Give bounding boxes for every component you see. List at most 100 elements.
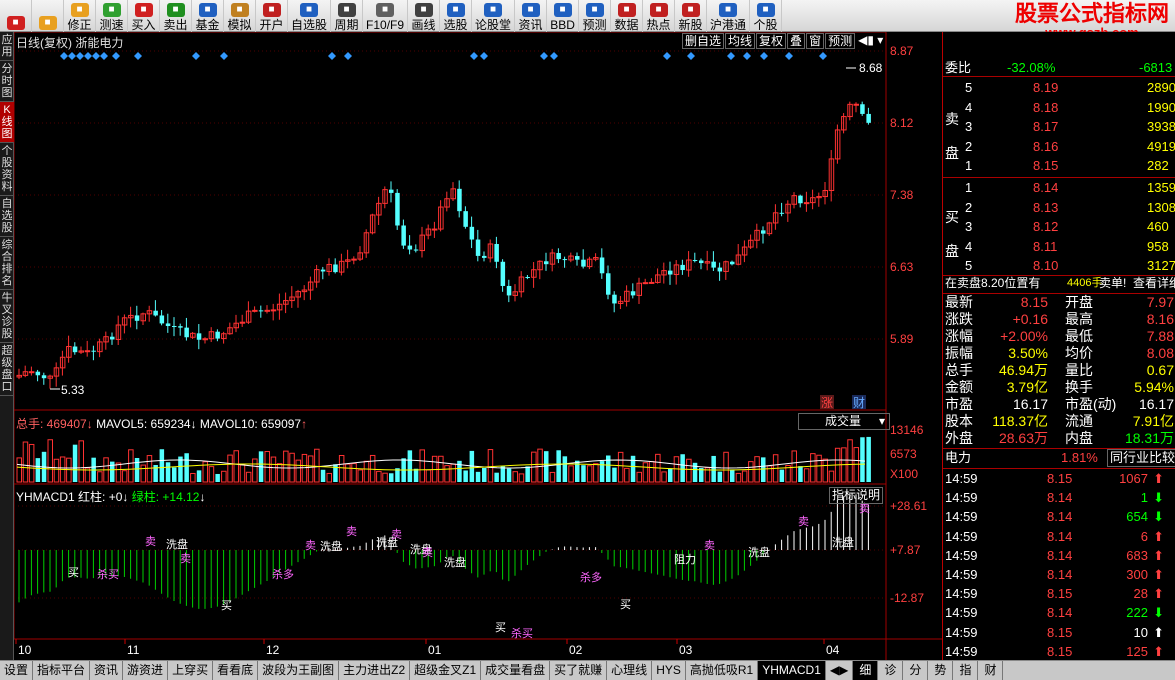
indicator-tab-3[interactable]: 游资进	[123, 661, 169, 680]
candle-body	[84, 350, 91, 353]
left-nav-item-1[interactable]: 分时图	[0, 61, 14, 102]
left-nav: 应用 分时图 K线图 个股资料 自选股 综合排名 牛叉诊股 超级盘口	[0, 32, 14, 660]
volume-bar	[686, 458, 692, 483]
toolbar-button-10[interactable]: ■ 周期	[331, 0, 364, 32]
indicator-tab-12[interactable]: HYS	[652, 661, 686, 680]
indicator-tab-4[interactable]: 上穿买	[168, 661, 214, 680]
toolbar-button-20[interactable]: ■ 新股	[675, 0, 708, 32]
chart-button-4[interactable]: 窗	[806, 33, 825, 49]
toolbar-button-13[interactable]: ■ 选股	[440, 0, 473, 32]
candle-body	[699, 260, 704, 264]
chart-button-2[interactable]: 复权	[756, 33, 787, 49]
volume-bar	[450, 463, 456, 483]
toolbar-button-16[interactable]: ■ BBD	[547, 0, 580, 32]
indicator-tab-13[interactable]: 高抛低吸R1	[686, 661, 759, 680]
volume-bar	[72, 444, 78, 482]
left-nav-item-2[interactable]: K线图	[0, 102, 14, 143]
toolbar-button-2[interactable]: ■ 修正	[64, 0, 96, 32]
chart-button-3[interactable]: 叠	[787, 33, 806, 49]
volume-bar	[128, 449, 134, 483]
volume-bar	[369, 454, 376, 483]
left-nav-item-3[interactable]: 个股资料	[0, 143, 14, 196]
bid-price: 8.11	[1033, 238, 1058, 254]
volume-bar	[307, 455, 314, 483]
toolbar-button-14[interactable]: ■ 论股堂	[472, 0, 516, 32]
macd-signal-label: 卖	[704, 539, 715, 552]
bid-level: 5	[965, 258, 973, 273]
tick-volume: 125	[1126, 643, 1148, 659]
left-nav-item-0[interactable]: 应用	[0, 32, 14, 61]
candle-body	[72, 346, 78, 353]
left-nav-item-6[interactable]: 牛叉诊股	[0, 290, 14, 343]
volume-bar	[803, 468, 810, 483]
ask-price: 8.15	[1033, 158, 1059, 173]
indicator-tab-8[interactable]: 超级金叉Z1	[410, 661, 482, 680]
kline-chart-canvas[interactable]: 8.87 8.12 7.38 6.63 5.89 13146 6573 X100 +28.61 +…	[14, 32, 942, 660]
candle-body	[562, 259, 568, 261]
toolbar-button-11[interactable]: ■ F10/F9	[363, 0, 409, 32]
toolbar-button-9[interactable]: ■ 自选股	[288, 0, 332, 32]
left-nav-item-7[interactable]: 超级盘口	[0, 343, 14, 396]
toolbar-button-3[interactable]: ■ 测速	[96, 0, 128, 32]
panel-tab-0[interactable]: 细	[853, 661, 879, 680]
candle-body	[482, 255, 487, 258]
volume-indicator-select[interactable]: 成交量 ▾	[798, 413, 890, 430]
toolbar-button-0[interactable]: ■	[0, 0, 32, 32]
bid-level: 4	[965, 238, 973, 254]
toolbar-button-12[interactable]: ■ 画线	[408, 0, 441, 32]
volume-bar	[544, 451, 549, 482]
indicator-tab-14[interactable]: YHMACD1	[758, 661, 826, 680]
ask-row-4: 4 8.18 1990	[943, 98, 1175, 117]
ask-level: 4	[965, 99, 973, 115]
f10-icon: ■	[376, 3, 395, 17]
volume-bar	[16, 457, 22, 483]
candle-body	[35, 371, 41, 376]
toolbar-button-17[interactable]: ■ 预测	[579, 0, 612, 32]
indicator-tab-10[interactable]: 买了就赚	[550, 661, 608, 680]
tab-scroll-arrows[interactable]: ◀▶	[826, 661, 854, 680]
indicator-tab-1[interactable]: 指标平台	[33, 661, 91, 680]
industry-name: 电力	[945, 450, 972, 465]
toolbar-button-6[interactable]: ■ 基金	[192, 0, 224, 32]
macd-signal-label: 杀买	[97, 567, 119, 581]
toolbar-button-8[interactable]: ■ 开户	[256, 0, 288, 32]
volume-tick: 13146	[890, 423, 924, 437]
panel-tab-2[interactable]: 分	[903, 661, 929, 680]
indicator-tab-7[interactable]: 主力进出Z2	[339, 661, 411, 680]
industry-compare-button[interactable]: 同行业比较	[1107, 449, 1175, 467]
toolbar-label-2: 修正	[67, 18, 92, 32]
panel-tab-3[interactable]: 势	[928, 661, 954, 680]
chart-button-5[interactable]: 预测	[825, 33, 856, 49]
alert-detail-link[interactable]: 查看详细	[1133, 274, 1175, 293]
toolbar-button-1[interactable]: ■	[32, 0, 64, 32]
volume-bar	[233, 450, 239, 483]
toolbar-button-5[interactable]: ■ 卖出	[160, 0, 192, 32]
toolbar-button-18[interactable]: ■ 数据	[611, 0, 644, 32]
indicator-tab-9[interactable]: 成交量看盘	[481, 661, 551, 680]
left-nav-item-4[interactable]: 自选股	[0, 196, 14, 237]
indicator-tab-2[interactable]: 资讯	[90, 661, 124, 680]
tick-price: 8.14	[1047, 547, 1073, 563]
toolbar-button-22[interactable]: ■ 个股	[750, 0, 783, 32]
indicator-tab-11[interactable]: 心理线	[607, 661, 653, 680]
chart-button-1[interactable]: 均线	[725, 33, 756, 49]
left-nav-item-5[interactable]: 综合排名	[0, 237, 14, 290]
toolbar-button-21[interactable]: ■ 沪港通	[707, 0, 751, 32]
indicator-tab-6[interactable]: 波段为王副图	[258, 661, 340, 680]
diamond-signal	[470, 52, 478, 60]
volume-bar	[599, 461, 605, 482]
toolbar-button-19[interactable]: ■ 热点	[643, 0, 676, 32]
toolbar-button-15[interactable]: ■ 资讯	[515, 0, 548, 32]
collapse-icon[interactable]: ◀▮ ▾	[856, 33, 886, 49]
toolbar-button-7[interactable]: ■ 模拟	[224, 0, 256, 32]
toolbar-button-4[interactable]: ■ 买入	[128, 0, 160, 32]
indicator-help-button[interactable]: 指标说明	[829, 487, 884, 504]
panel-tab-1[interactable]: 诊	[878, 661, 904, 680]
candle-body	[320, 269, 326, 272]
kline-chart-area[interactable]: 8.87 8.12 7.38 6.63 5.89 13146 6573 X100 +28.61 +…	[14, 32, 942, 660]
indicator-tab-5[interactable]: 看看底	[213, 661, 259, 680]
panel-tab-5[interactable]: 财	[978, 661, 1004, 680]
panel-tab-4[interactable]: 指	[953, 661, 979, 680]
indicator-tab-0[interactable]: 设置	[0, 661, 34, 680]
chart-button-0[interactable]: 删自选	[682, 33, 725, 49]
